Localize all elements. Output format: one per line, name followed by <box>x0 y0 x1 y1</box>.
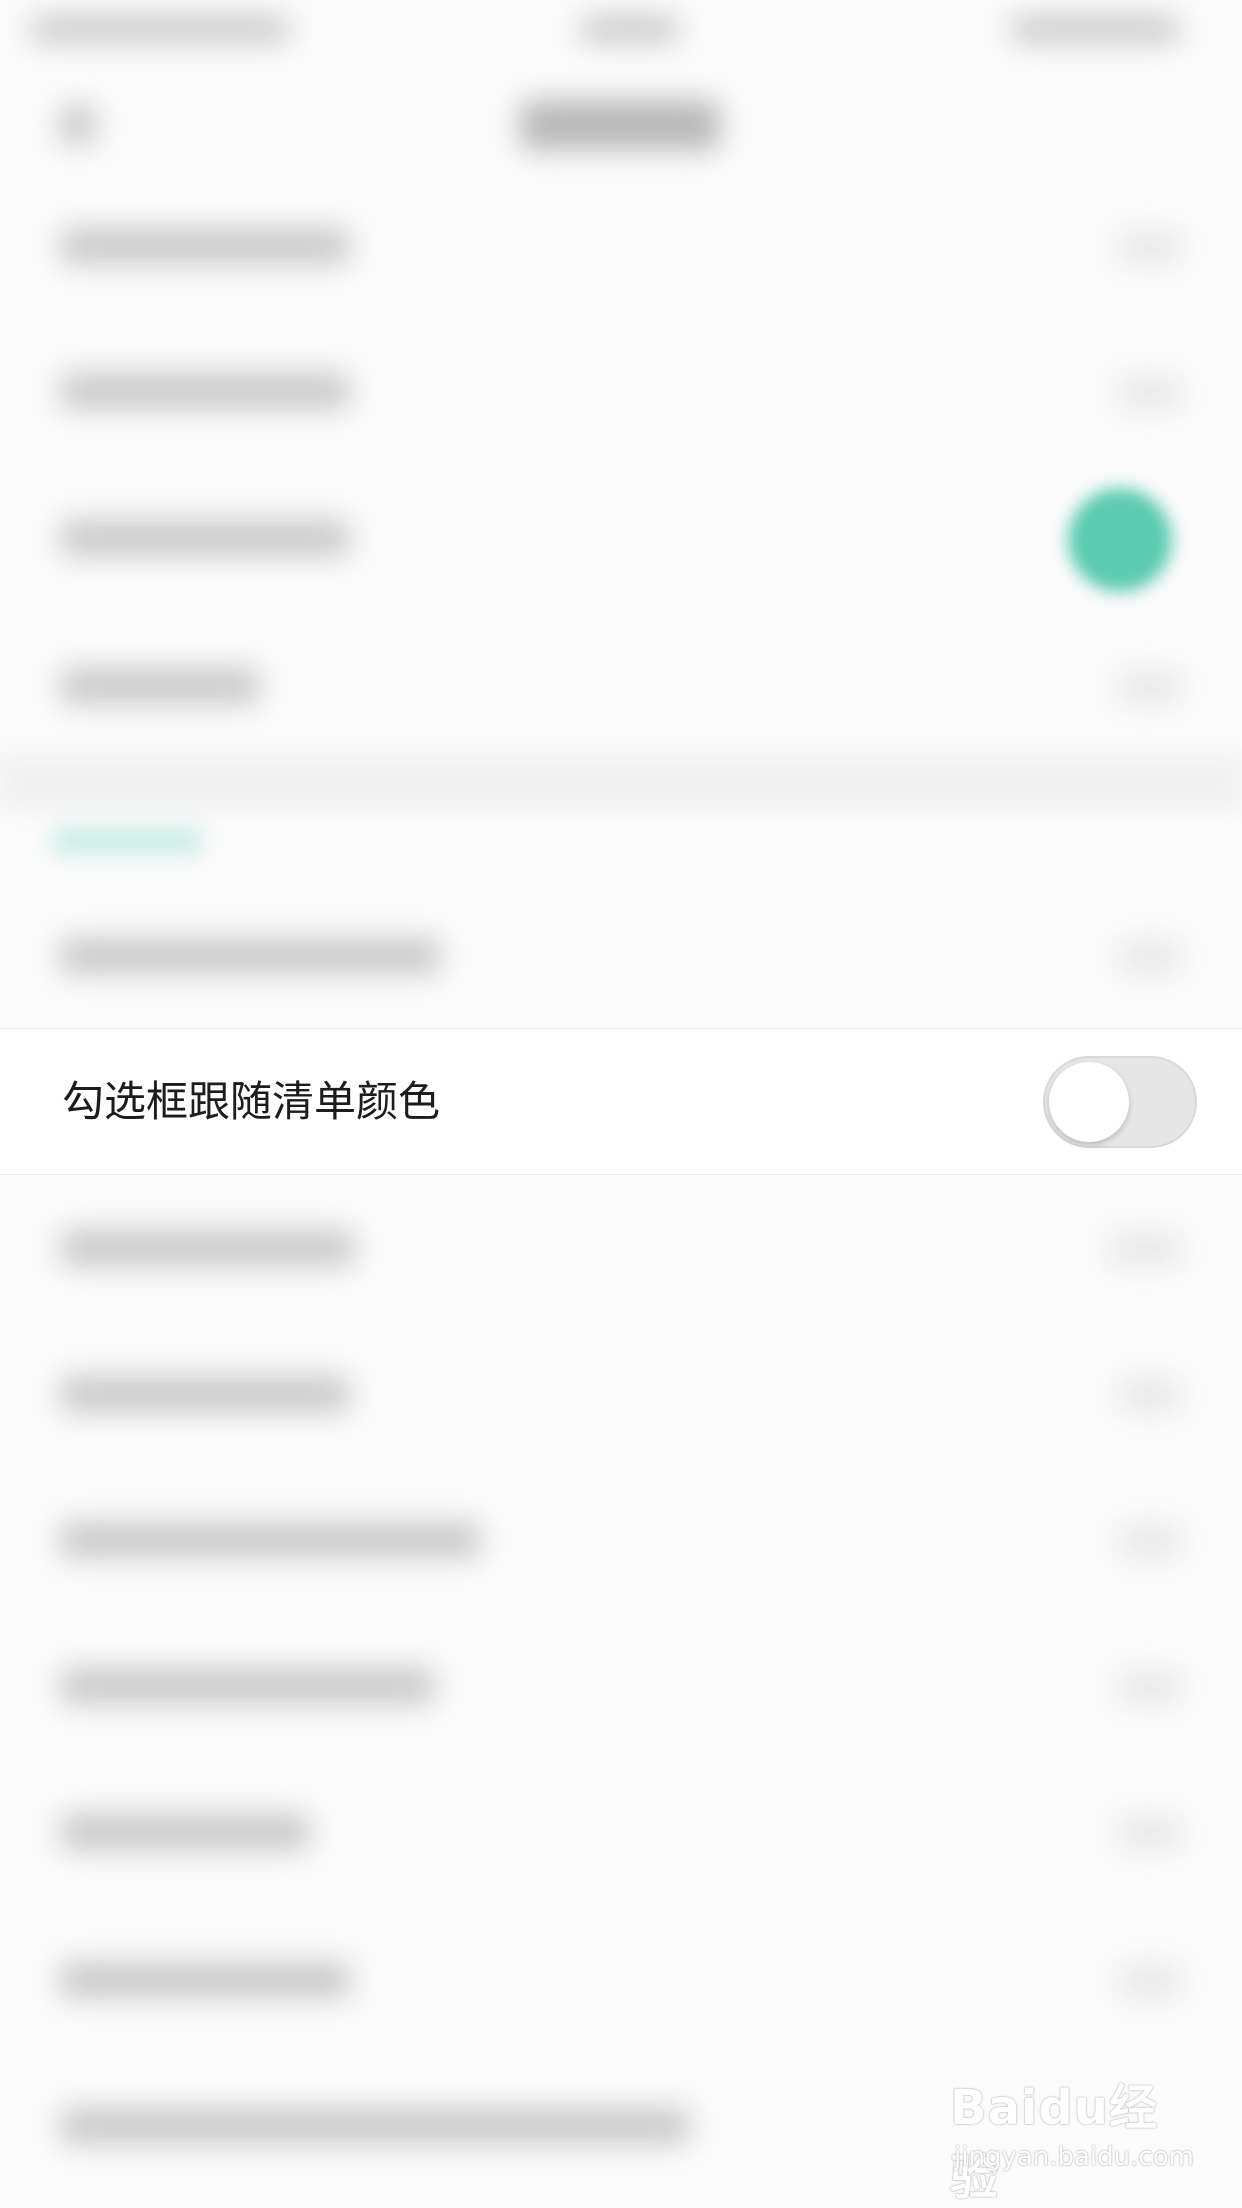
setting-row-4[interactable] <box>60 668 260 704</box>
back-icon[interactable] <box>60 105 96 145</box>
section-divider <box>0 755 1242 810</box>
setting-row-7[interactable] <box>60 1230 355 1266</box>
setting-row-checkbox-follow-list-color: 勾选框跟随清单颜色 <box>0 1028 1242 1175</box>
toggle-on-knob[interactable] <box>1068 488 1172 592</box>
setting-row-3[interactable] <box>60 520 350 556</box>
setting-row-2[interactable] <box>60 373 350 409</box>
watermark-logo: Baidu经验 <box>950 2080 1158 2206</box>
toggle-knob[interactable] <box>1049 1062 1129 1142</box>
setting-row-12[interactable] <box>60 1962 350 1998</box>
setting-row-2-value <box>1120 378 1180 408</box>
watermark-url: jingyan.baidu.com <box>954 2142 1194 2172</box>
section-header <box>52 827 202 855</box>
setting-row-1[interactable] <box>60 228 350 264</box>
setting-row-8[interactable] <box>60 1376 350 1412</box>
setting-row-5[interactable] <box>60 938 440 974</box>
setting-row-12-value <box>1120 1966 1180 1996</box>
setting-row-8-value <box>1120 1380 1180 1410</box>
setting-row-9[interactable] <box>60 1522 480 1558</box>
settings-screen: 勾选框跟随清单颜色 Baidu经验 jingyan.baidu.com <box>0 0 1242 2208</box>
setting-label: 勾选框跟随清单颜色 <box>62 1077 441 1126</box>
setting-row-11[interactable] <box>60 1814 310 1850</box>
setting-row-7-value <box>1110 1234 1180 1264</box>
page-title <box>520 100 720 150</box>
setting-row-1-value <box>1120 232 1180 262</box>
checkbox-color-toggle[interactable] <box>1043 1056 1197 1148</box>
setting-row-11-value <box>1120 1818 1180 1848</box>
setting-row-4-value <box>1120 672 1180 702</box>
setting-row-9-value <box>1120 1526 1180 1556</box>
setting-row-5-value <box>1120 942 1180 972</box>
setting-row-10[interactable] <box>60 1668 435 1704</box>
setting-row-13[interactable] <box>60 2108 690 2144</box>
baidu-jingyan-watermark: Baidu经验 jingyan.baidu.com <box>950 2068 1194 2206</box>
status-bar-center <box>580 16 680 42</box>
status-bar-left <box>30 16 290 42</box>
status-bar-right <box>1010 16 1180 42</box>
setting-row-10-value <box>1120 1672 1180 1702</box>
